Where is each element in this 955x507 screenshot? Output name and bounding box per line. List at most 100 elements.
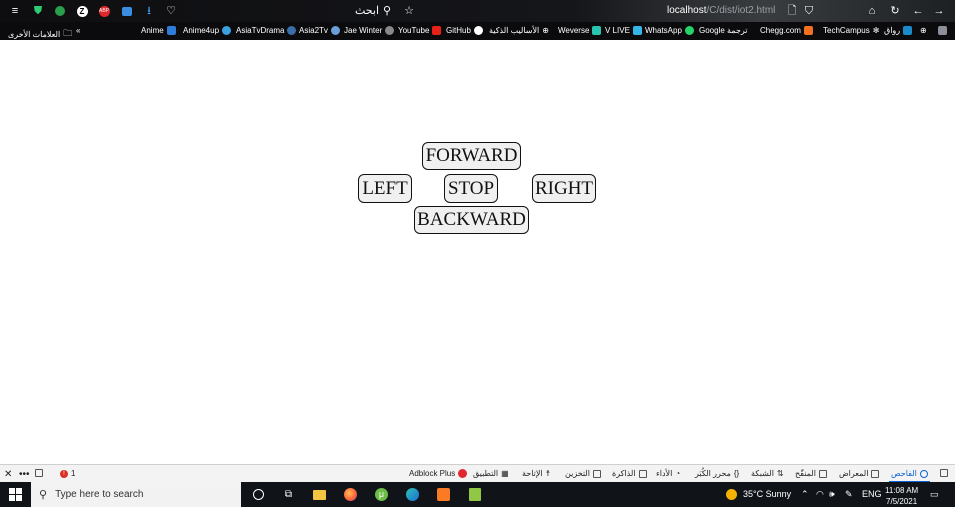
bookmark-label: TechCampus	[823, 26, 870, 35]
dock-icon[interactable]	[35, 469, 43, 477]
bookmark-item[interactable]: رواق	[884, 26, 913, 35]
adblock-label: Adblock Plus	[409, 469, 456, 478]
bookmark-item[interactable]: Google ترجمة	[699, 26, 748, 35]
shield-extension-icon[interactable]: ⛊	[31, 4, 45, 18]
network-icon[interactable]: ◠	[816, 489, 824, 500]
tab-debugger[interactable]: المنقّح	[795, 469, 827, 478]
bookmark-icon	[222, 26, 232, 35]
bookmark-item[interactable]: Anime4up	[183, 26, 232, 35]
bookmark-item[interactable]: Jae Winter	[344, 26, 395, 35]
left-button[interactable]: LEFT	[358, 174, 412, 203]
shield-icon[interactable]: ⛉	[802, 4, 816, 18]
close-icon[interactable]: ✕	[4, 469, 12, 480]
bookmark-item[interactable]: Asia2Tv	[299, 26, 340, 35]
tab-inspector[interactable]: الفاحص	[889, 469, 930, 483]
adblock-tab[interactable]: Adblock Plus	[409, 469, 468, 478]
bookmark-icon	[592, 26, 602, 35]
github-icon	[473, 26, 483, 35]
url-bar[interactable]: localhost/C/dist/iot2.html	[667, 5, 775, 16]
home-icon[interactable]: ⌂	[865, 4, 879, 18]
youtube-icon	[432, 26, 442, 35]
weather-text[interactable]: 35°C Sunny	[743, 489, 791, 499]
taskbar-search[interactable]: ⚲ Type here to search	[31, 482, 241, 507]
search-icon: ⚲	[383, 5, 392, 17]
task-view-icon[interactable]: ⧉	[281, 487, 296, 502]
console-icon	[871, 469, 880, 478]
bookmark-icon[interactable]	[938, 26, 947, 35]
bookmark-icon	[166, 26, 176, 35]
forward-button[interactable]: FORWARD	[422, 142, 521, 170]
globe-icon: ⊕	[542, 26, 549, 35]
clock-time: 11:08 AM	[885, 486, 919, 495]
tab-console[interactable]: المعراض	[839, 469, 880, 478]
reload-icon[interactable]: ↻	[888, 4, 902, 18]
bookmark-icon	[385, 26, 395, 35]
bookmark-item[interactable]: الأساليب الذكية ⊕	[489, 26, 549, 35]
bookmark-item[interactable]: TechCampus ✻	[823, 26, 879, 35]
cloud-extension-icon[interactable]	[120, 4, 134, 18]
bookmark-item[interactable]: Weverse	[558, 26, 602, 35]
language-indicator[interactable]: ENG	[862, 489, 882, 499]
bookmark-item[interactable]: Anime	[141, 26, 176, 35]
pocket-icon[interactable]: ♡	[164, 4, 178, 18]
search-box[interactable]: ابحث ⚲	[355, 4, 391, 17]
firefox-icon[interactable]	[343, 487, 358, 502]
tab-application[interactable]: التطبيق ▦	[473, 469, 509, 478]
star-icon[interactable]: ☆	[402, 4, 416, 18]
tab-label: الفاحص	[891, 469, 917, 478]
xampp-icon[interactable]	[436, 487, 451, 502]
tab-label: الذاكرة	[612, 469, 636, 478]
volume-icon[interactable]: 🕪	[829, 489, 835, 500]
memory-icon	[638, 469, 647, 478]
notification-icon[interactable]: ▭	[930, 489, 939, 500]
bookmark-label: GitHub	[446, 26, 471, 35]
bookmark-other[interactable]: العلامات الأخرى 🗀	[8, 26, 72, 42]
chevron-up-icon[interactable]: ⌃	[801, 489, 809, 500]
bookmark-item[interactable]: WhatsApp	[645, 26, 694, 35]
search-icon: ⚲	[39, 489, 48, 501]
globe-icon[interactable]: ⊕	[920, 26, 927, 35]
menu-icon[interactable]: ≡	[8, 4, 22, 18]
tab-label: المنقّح	[795, 469, 816, 478]
forward-icon[interactable]: →	[932, 4, 946, 18]
cortana-icon[interactable]	[251, 487, 266, 502]
stop-button[interactable]: STOP	[444, 174, 498, 203]
error-count: 1	[71, 469, 76, 478]
bookmark-item[interactable]: V LIVE	[605, 26, 642, 35]
gear-icon: ✻	[872, 26, 880, 35]
bookmark-item[interactable]: AsiaTvDrama	[236, 26, 297, 35]
tab-label: الشبكة	[751, 469, 774, 478]
tab-memory[interactable]: الذاكرة	[612, 469, 647, 478]
page-icon: 🗋	[787, 5, 797, 17]
windows-start-icon[interactable]	[9, 488, 22, 501]
extension-icon[interactable]	[53, 4, 67, 18]
notepad-plus-icon[interactable]	[467, 487, 482, 502]
backward-button[interactable]: BACKWARD	[414, 206, 529, 234]
adblock-icon[interactable]: ABP	[97, 4, 111, 18]
z-extension-icon[interactable]: Z	[75, 4, 89, 18]
chevrons-icon[interactable]: «	[76, 26, 80, 35]
right-button[interactable]: RIGHT	[532, 174, 596, 203]
utorrent-icon[interactable]: μ	[374, 487, 389, 502]
error-indicator[interactable]: ! 1	[60, 469, 75, 478]
tab-network[interactable]: الشبكة ⇅	[751, 469, 784, 478]
back-icon[interactable]: ←	[911, 4, 925, 18]
file-explorer-icon[interactable]	[312, 487, 327, 502]
more-icon[interactable]: •••	[19, 469, 30, 480]
bookmark-icon	[287, 26, 297, 35]
clock[interactable]: 11:08 AM 7/5/2021	[885, 485, 918, 507]
tab-performance[interactable]: الأداء ◔	[656, 469, 680, 478]
download-icon[interactable]: ⭳	[142, 4, 156, 18]
pen-icon[interactable]: ✎	[845, 489, 853, 500]
tab-storage[interactable]: التخزين	[565, 469, 601, 478]
tab-accessibility[interactable]: الإتاحة ☨	[522, 469, 550, 478]
pick-element-icon[interactable]	[940, 469, 948, 477]
tab-style-editor[interactable]: محرر الكُبَر{}	[695, 469, 739, 478]
bookmark-other-label: العلامات الأخرى	[8, 29, 61, 39]
bookmark-item[interactable]: Chegg.com	[760, 26, 813, 35]
bookmark-icon	[330, 26, 340, 35]
bookmark-label: V LIVE	[605, 26, 630, 35]
bookmark-item[interactable]: GitHub	[446, 26, 483, 35]
bookmark-item[interactable]: YouTube	[398, 26, 442, 35]
edge-icon[interactable]	[405, 487, 420, 502]
